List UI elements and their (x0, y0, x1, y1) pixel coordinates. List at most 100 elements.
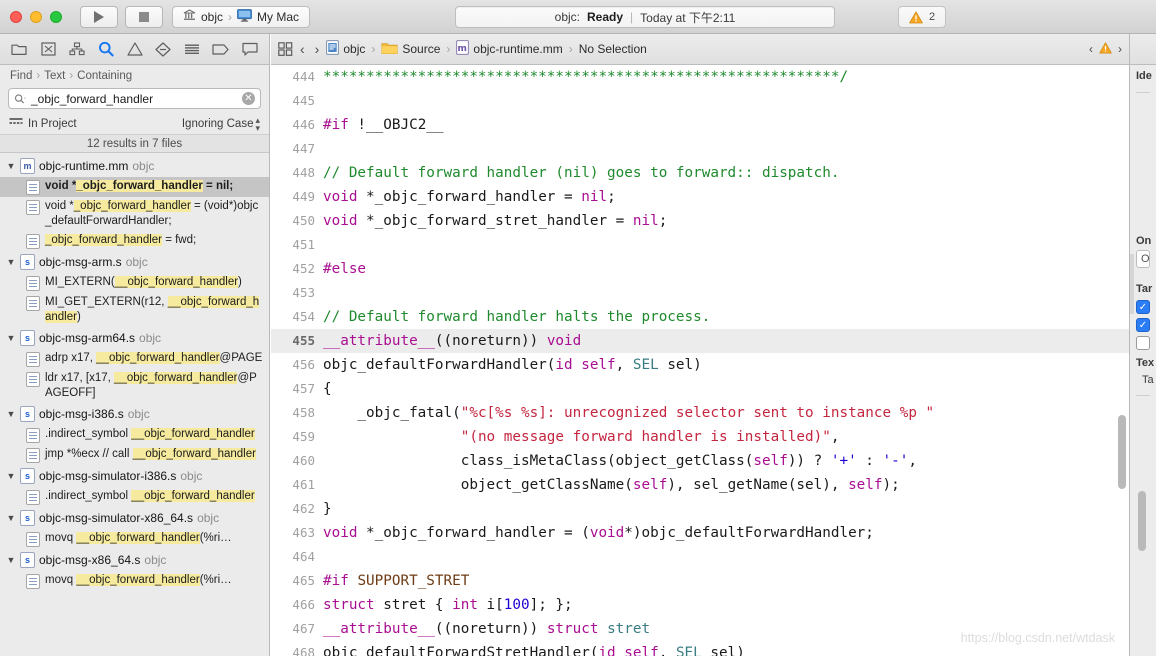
code-line[interactable]: 457 { (271, 377, 1129, 401)
code-line[interactable]: 452 #else (271, 257, 1129, 281)
search-result-row[interactable]: .indirect_symbol __objc_forward_handler (0, 425, 269, 445)
report-navigator-icon[interactable] (236, 37, 263, 61)
nav-back-button[interactable]: ‹ (297, 41, 308, 57)
inspector-scrollbar[interactable] (1138, 491, 1146, 551)
code-line[interactable]: 456 objc_defaultForwardHandler(id self, S… (271, 353, 1129, 377)
on-demand-tags-field[interactable]: O (1136, 250, 1150, 268)
minimize-button[interactable] (30, 10, 42, 23)
search-field[interactable]: _objc_forward_handler ✕ (8, 88, 261, 109)
code-line[interactable]: 468 objc_defaultForwardStretHandler(id se… (271, 641, 1129, 656)
result-group-objc-msg-i386.s[interactable]: ▼ s objc-msg-i386.s objc (0, 403, 269, 425)
breakpoint-navigator-icon[interactable] (207, 37, 234, 61)
code-line[interactable]: 460 class_isMetaClass(object_getClass(se… (271, 449, 1129, 473)
target-checkbox[interactable]: ✓ (1136, 318, 1150, 332)
search-result-row[interactable]: movq __objc_forward_handler(%ri… (0, 571, 269, 591)
search-result-row[interactable]: MI_EXTERN(__objc_forward_handler) (0, 273, 269, 293)
debug-navigator-icon[interactable] (179, 37, 206, 61)
breadcrumb-item-file[interactable]: m objc-runtime.mm (456, 40, 563, 58)
source-control-navigator-icon[interactable] (35, 37, 62, 61)
case-option[interactable]: Ignoring Case ▴ ▾ (182, 116, 260, 133)
source-editor[interactable]: 444 *************************************… (271, 65, 1129, 656)
issues-badge[interactable]: 2 (898, 6, 947, 28)
inspector-resize-handle[interactable] (1130, 254, 1134, 314)
code-line[interactable]: 459 "(no message forward handler is inst… (271, 425, 1129, 449)
disclosure-triangle-icon[interactable]: ▼ (6, 513, 16, 523)
code-line[interactable]: 455 __attribute__((noreturn)) void (271, 329, 1129, 353)
code-line[interactable]: 451 (271, 233, 1129, 257)
code-line[interactable]: 467 __attribute__((noreturn)) struct stre… (271, 617, 1129, 641)
symbol-navigator-icon[interactable] (64, 37, 91, 61)
search-icon[interactable] (14, 93, 27, 105)
target-checkbox[interactable]: ✓ (1136, 300, 1150, 314)
search-result-row[interactable]: void *_objc_forward_handler = (void*)obj… (0, 197, 269, 231)
code-line[interactable]: 461 object_getClassName(self), sel_getNa… (271, 473, 1129, 497)
breadcrumb-item-selection[interactable]: No Selection (579, 42, 647, 56)
result-group-objc-runtime.mm[interactable]: ▼ m objc-runtime.mm objc (0, 155, 269, 177)
code-line[interactable]: 453 (271, 281, 1129, 305)
code-line[interactable]: 444 *************************************… (271, 65, 1129, 89)
breadcrumb-item-project[interactable]: objc (326, 40, 365, 58)
disclosure-triangle-icon[interactable]: ▼ (6, 555, 16, 565)
search-results-list[interactable]: ▼ m objc-runtime.mm objc void *_objc_forward… (0, 153, 269, 656)
code-line[interactable]: 449 void *_objc_forward_handler = nil; (271, 185, 1129, 209)
code-line[interactable]: 464 (271, 545, 1129, 569)
search-result-row[interactable]: .indirect_symbol __objc_forward_handler (0, 487, 269, 507)
search-result-row[interactable]: movq __objc_forward_handler(%ri… (0, 529, 269, 549)
result-group-objc-msg-arm64.s[interactable]: ▼ s objc-msg-arm64.s objc (0, 327, 269, 349)
window-controls[interactable] (0, 10, 62, 23)
close-button[interactable] (10, 10, 22, 23)
search-result-row[interactable]: jmp *%ecx // call __objc_forward_handler (0, 445, 269, 465)
project-navigator-icon[interactable] (6, 37, 33, 61)
clear-search-icon[interactable]: ✕ (242, 92, 255, 105)
code-line[interactable]: 462} (271, 497, 1129, 521)
run-button[interactable] (80, 5, 118, 28)
scheme-selector[interactable]: objc › My Mac (172, 5, 311, 28)
code-line[interactable]: 448 // Default forward handler (nil) goes… (271, 161, 1129, 185)
code-line[interactable]: 447 (271, 137, 1129, 161)
case-option-label[interactable]: Ignoring Case (182, 118, 254, 130)
code-line[interactable]: 466 struct stret { int i[100]; }; (271, 593, 1129, 617)
code-line[interactable]: 458 _objc_fatal("%c[%s %s]: unrecognized… (271, 401, 1129, 425)
code-line[interactable]: 465 #if SUPPORT_STRET (271, 569, 1129, 593)
disclosure-triangle-icon[interactable]: ▼ (6, 161, 16, 171)
code-line[interactable]: 446 #if !__OBJC2__ (271, 113, 1129, 137)
code-line[interactable]: 445 (271, 89, 1129, 113)
code-line[interactable]: 463 void *_objc_forward_handler = (void*)… (271, 521, 1129, 545)
search-scope-label[interactable]: In Project (28, 118, 77, 130)
target-checkbox[interactable] (1136, 336, 1150, 350)
stop-button[interactable] (125, 5, 163, 28)
disclosure-triangle-icon[interactable]: ▼ (6, 409, 16, 419)
warning-icon[interactable] (1099, 41, 1112, 57)
zoom-button[interactable] (50, 10, 62, 23)
result-group-objc-msg-simulator-i386.s[interactable]: ▼ s objc-msg-simulator-i386.s objc (0, 465, 269, 487)
disclosure-triangle-icon[interactable]: ▼ (6, 471, 16, 481)
search-result-row[interactable]: MI_GET_EXTERN(r12, __objc_forward_handle… (0, 293, 269, 327)
next-issue-button[interactable]: › (1118, 42, 1122, 56)
nav-forward-button[interactable]: › (312, 41, 323, 57)
line-number: 454 (292, 309, 315, 324)
activity-status-bar[interactable]: objc: Ready | Today at 下午2:11 (455, 6, 835, 28)
code-line[interactable]: 450 void *_objc_forward_stret_handler = n… (271, 209, 1129, 233)
result-group-objc-msg-x86_64.s[interactable]: ▼ s objc-msg-x86_64.s objc (0, 549, 269, 571)
code-line[interactable]: 454 // Default forward handler halts the … (271, 305, 1129, 329)
result-group-objc-msg-arm.s[interactable]: ▼ s objc-msg-arm.s objc (0, 251, 269, 273)
find-scope-breadcrumb[interactable]: Find › Text › Containing (0, 65, 269, 87)
search-result-row[interactable]: void *_objc_forward_handler = nil; (0, 177, 269, 197)
breadcrumb-item-folder[interactable]: Source (381, 41, 440, 58)
result-group-objc-msg-simulator-x86_64.s[interactable]: ▼ s objc-msg-simulator-x86_64.s objc (0, 507, 269, 529)
search-input[interactable]: _objc_forward_handler (31, 92, 238, 106)
target-membership-row[interactable]: ✓ (1130, 316, 1156, 334)
previous-issue-button[interactable]: ‹ (1089, 42, 1093, 56)
issue-navigator-icon[interactable] (121, 37, 148, 61)
disclosure-triangle-icon[interactable]: ▼ (6, 333, 16, 343)
editor-vertical-scrollbar[interactable] (1118, 415, 1126, 489)
search-result-row[interactable]: _objc_forward_handler = fwd; (0, 231, 269, 251)
disclosure-triangle-icon[interactable]: ▼ (6, 257, 16, 267)
related-items-icon[interactable] (278, 42, 293, 56)
chevron-updown-icon[interactable]: ▴ ▾ (255, 116, 260, 133)
search-result-row[interactable]: adrp x17, __objc_forward_handler@PAGE (0, 349, 269, 369)
test-navigator-icon[interactable] (150, 37, 177, 61)
target-membership-row[interactable] (1130, 334, 1156, 352)
find-navigator-icon[interactable] (92, 37, 119, 61)
search-result-row[interactable]: ldr x17, [x17, __objc_forward_handler@PA… (0, 369, 269, 403)
